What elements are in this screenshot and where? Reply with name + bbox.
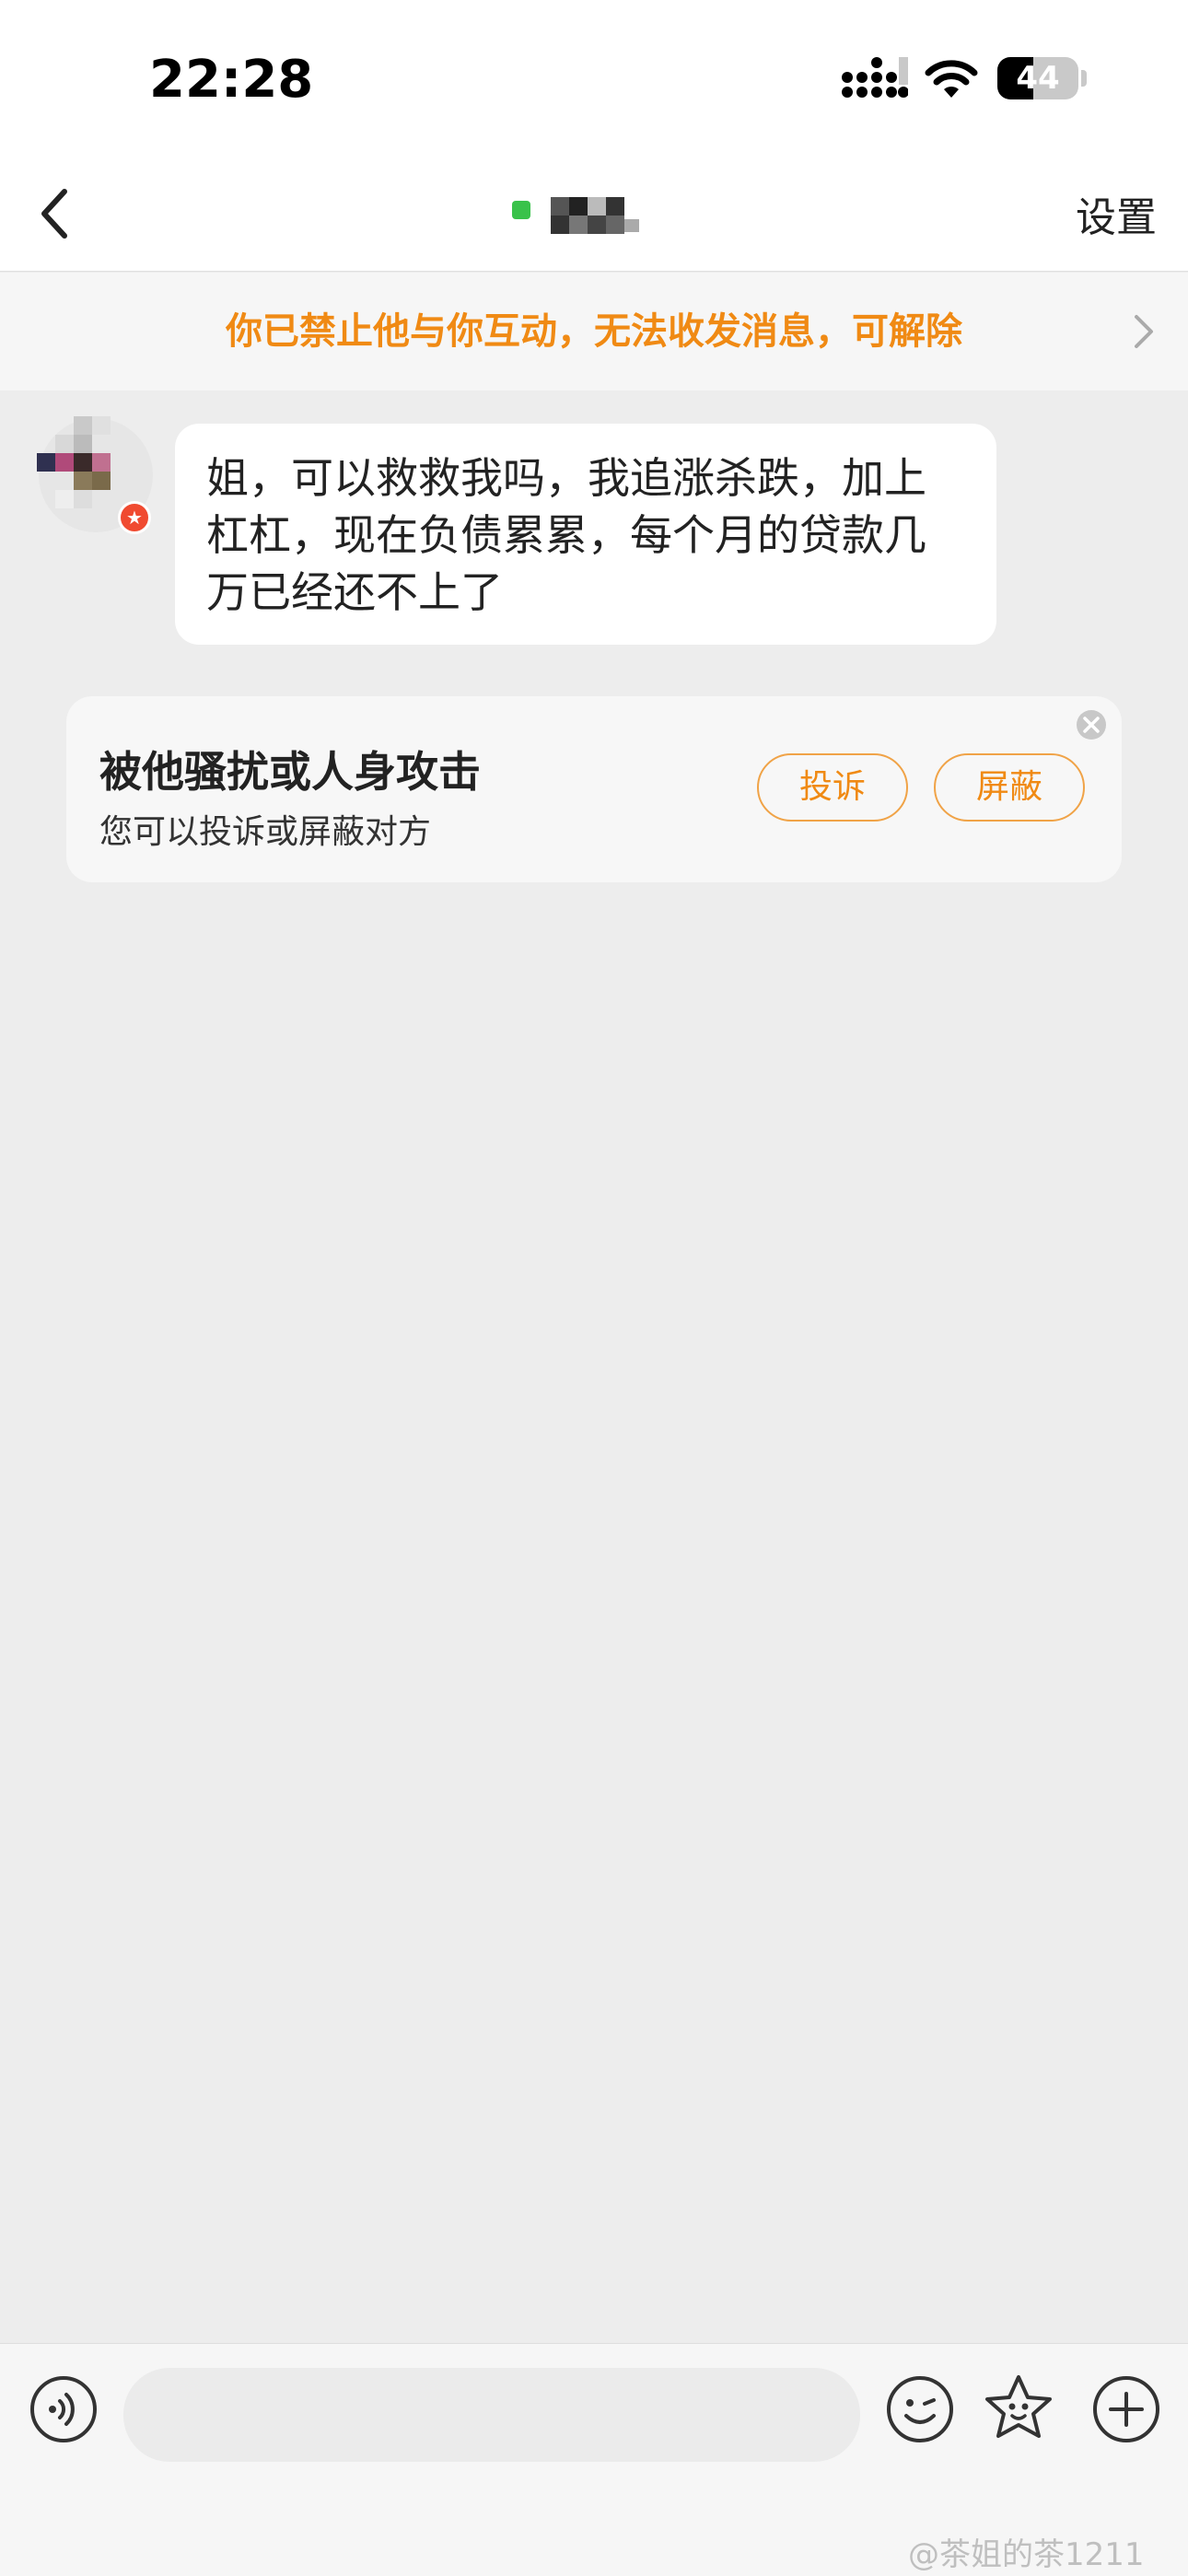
close-icon[interactable] [1075, 708, 1108, 741]
status-bar: 22:28 44 [0, 0, 1188, 157]
verified-badge: ★ [118, 501, 151, 534]
chevron-right-icon [1135, 315, 1153, 348]
blocked-banner-text: 你已禁止他与你互动，无法收发消息，可解除 [226, 310, 962, 353]
watermark: @茶姐的茶1211 [908, 2536, 1145, 2573]
message-input[interactable] [123, 2368, 860, 2462]
signal-icon [842, 57, 908, 98]
harassment-report-card: 被他骚扰或人身攻击 您可以投诉或屏蔽对方 投诉 屏蔽 [66, 696, 1122, 882]
chat-header: 设置 [0, 157, 1188, 272]
back-icon[interactable] [22, 179, 92, 249]
settings-button[interactable]: 设置 [1076, 184, 1157, 243]
wifi-icon [925, 60, 978, 98]
sticker-icon[interactable] [982, 2372, 1055, 2445]
status-time: 22:28 [149, 50, 314, 110]
voice-icon[interactable] [28, 2373, 99, 2445]
battery-tip [1081, 70, 1087, 87]
card-subtitle: 您可以投诉或屏蔽对方 [99, 813, 432, 851]
chat-title[interactable] [512, 193, 696, 239]
battery-icon: 44 [997, 57, 1078, 99]
blocked-banner[interactable]: 你已禁止他与你互动，无法收发消息，可解除 [0, 273, 1188, 390]
complain-button[interactable]: 投诉 [757, 753, 908, 822]
block-button[interactable]: 屏蔽 [934, 753, 1085, 822]
message-bubble[interactable]: 姐，可以救救我吗，我追涨杀跌，加上杠杠，现在负债累累，每个月的贷款几万已经还不上… [175, 424, 996, 645]
emoji-icon[interactable] [884, 2373, 956, 2445]
card-title: 被他骚扰或人身攻击 [99, 747, 481, 797]
battery-level: 44 [1016, 60, 1060, 97]
online-status-dot [512, 201, 530, 219]
plus-icon[interactable] [1090, 2373, 1162, 2445]
censored-username [551, 197, 639, 234]
